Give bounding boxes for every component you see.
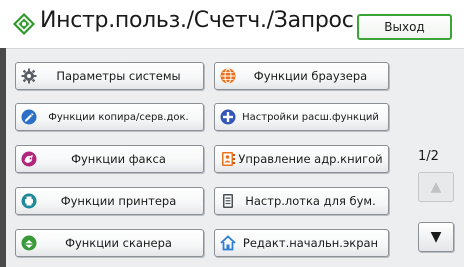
- up-arrow-icon: ▲: [430, 179, 442, 195]
- scanner-icon: [20, 234, 38, 252]
- page-up-button[interactable]: ▲: [418, 172, 454, 202]
- system-settings-button[interactable]: Параметры системы: [15, 62, 204, 90]
- extended-features-icon: [219, 108, 237, 126]
- browser-features-button[interactable]: Функции браузера: [214, 62, 389, 90]
- copier-document-server-button[interactable]: Функции копира/серв.док.: [15, 103, 204, 131]
- address-book-management-label: Управление адр.книгой: [238, 152, 383, 166]
- settings-tools-icon: [12, 12, 36, 36]
- fax-features-label: Функции факса: [71, 152, 166, 166]
- scanner-features-label: Функции сканера: [65, 236, 172, 250]
- page-title: Инстр.польз./Счетч./Запрос: [40, 8, 354, 33]
- paper-tray-settings-label: Настр.лотка для бум.: [245, 194, 376, 208]
- system-settings-label: Параметры системы: [56, 69, 181, 83]
- copier-document-server-label: Функции копира/серв.док.: [48, 111, 189, 123]
- extended-features-settings-button[interactable]: Настройки расш.функций: [214, 103, 389, 131]
- settings-screen: Инстр.польз./Счетч./Запрос Выход Парамет…: [0, 0, 464, 267]
- copier-icon: [20, 108, 38, 126]
- printer-features-button[interactable]: Функции принтера: [15, 187, 204, 215]
- fax-features-button[interactable]: Функции факса: [15, 145, 204, 173]
- home-icon: [219, 234, 237, 252]
- browser-features-label: Функции браузера: [253, 69, 368, 83]
- scanner-features-button[interactable]: Функции сканера: [15, 229, 204, 257]
- extended-features-settings-label: Настройки расш.функций: [242, 111, 379, 123]
- down-arrow-icon: ▼: [430, 229, 442, 245]
- edit-home-screen-button[interactable]: Редакт.начальн.экран: [214, 229, 389, 257]
- exit-button[interactable]: Выход: [357, 14, 452, 40]
- browser-globe-icon: [219, 67, 237, 85]
- printer-features-label: Функции принтера: [60, 194, 177, 208]
- address-book-icon: [219, 150, 237, 168]
- page-down-button[interactable]: ▼: [418, 222, 454, 252]
- paper-tray-settings-button[interactable]: Настр.лотка для бум.: [214, 187, 389, 215]
- printer-icon: [20, 192, 38, 210]
- address-book-management-button[interactable]: Управление адр.книгой: [214, 145, 389, 173]
- page-indicator: 1/2: [418, 149, 439, 164]
- edit-home-screen-label: Редакт.начальн.экран: [242, 236, 379, 250]
- fax-icon: [20, 150, 38, 168]
- gear-icon: [20, 67, 38, 85]
- paper-tray-icon: [219, 192, 237, 210]
- header-bar: Инстр.польз./Счетч./Запрос Выход: [0, 0, 464, 46]
